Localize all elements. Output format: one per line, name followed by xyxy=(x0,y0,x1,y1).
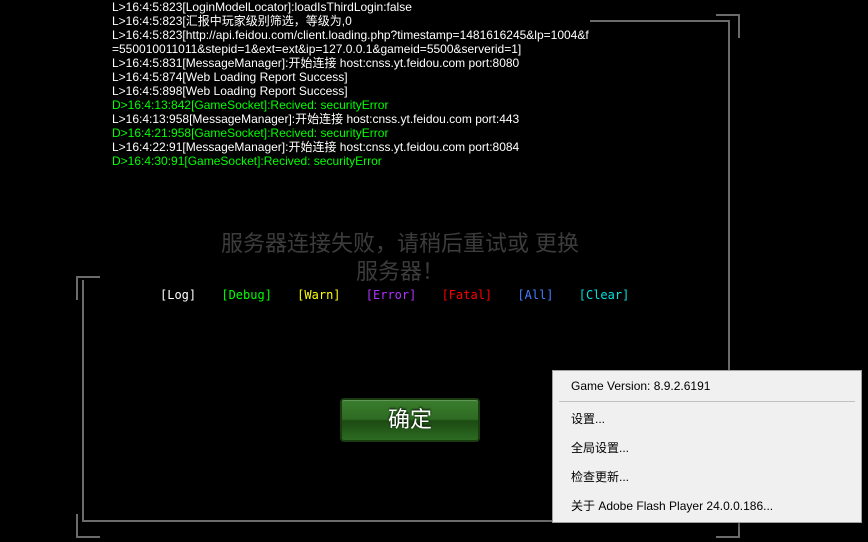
corner-tl xyxy=(76,276,100,300)
filter-error[interactable]: [Error] xyxy=(366,288,417,302)
context-menu-check-update[interactable]: 检查更新... xyxy=(555,462,859,491)
filter-all[interactable]: [All] xyxy=(517,288,553,302)
console-line: D>16:4:21:958[GameSocket]:Recived: secur… xyxy=(112,126,590,140)
filter-clear[interactable]: [Clear] xyxy=(579,288,630,302)
filter-fatal[interactable]: [Fatal] xyxy=(442,288,493,302)
console-line: L>16:4:5:823[http://api.feidou.com/clien… xyxy=(112,28,590,56)
corner-bl xyxy=(76,514,100,538)
console-line: L>16:4:5:874[Web Loading Report Success] xyxy=(112,70,590,84)
console-line: L>16:4:5:823[汇报中玩家级别筛选，等级为,0 xyxy=(112,14,590,28)
frame-top-right xyxy=(590,20,730,22)
ok-button[interactable]: 确定 xyxy=(340,398,480,442)
filter-warn[interactable]: [Warn] xyxy=(297,288,340,302)
context-menu-global-settings[interactable]: 全局设置... xyxy=(555,433,859,462)
debug-console: L>16:4:5:823[LoginModelLocator]:loadIsTh… xyxy=(112,0,590,168)
frame-left xyxy=(82,280,84,520)
console-line: L>16:4:5:831[MessageManager]:开始连接 host:c… xyxy=(112,56,590,70)
dialog-message: 服务器连接失败，请稍后重试或 更换服务器！ xyxy=(220,230,580,286)
console-line: L>16:4:5:823[LoginModelLocator]:loadIsTh… xyxy=(112,0,590,14)
console-line: D>16:4:13:842[GameSocket]:Recived: secur… xyxy=(112,98,590,112)
console-line: D>16:4:30:91[GameSocket]:Recived: securi… xyxy=(112,154,590,168)
console-line: L>16:4:22:91[MessageManager]:开始连接 host:c… xyxy=(112,140,590,154)
context-menu-settings[interactable]: 设置... xyxy=(555,404,859,433)
console-line: L>16:4:5:898[Web Loading Report Success] xyxy=(112,84,590,98)
filter-log[interactable]: [Log] xyxy=(160,288,196,302)
context-menu-header[interactable]: Game Version: 8.9.2.6191 xyxy=(555,373,859,399)
context-menu-about[interactable]: 关于 Adobe Flash Player 24.0.0.186... xyxy=(555,491,859,520)
corner-tr xyxy=(716,14,740,38)
flash-context-menu: Game Version: 8.9.2.6191 设置... 全局设置... 检… xyxy=(552,370,862,523)
log-filter-bar: [Log] [Debug] [Warn] [Error] [Fatal] [Al… xyxy=(160,288,647,302)
context-menu-separator xyxy=(559,401,855,402)
console-line: L>16:4:13:958[MessageManager]:开始连接 host:… xyxy=(112,112,590,126)
filter-debug[interactable]: [Debug] xyxy=(221,288,272,302)
